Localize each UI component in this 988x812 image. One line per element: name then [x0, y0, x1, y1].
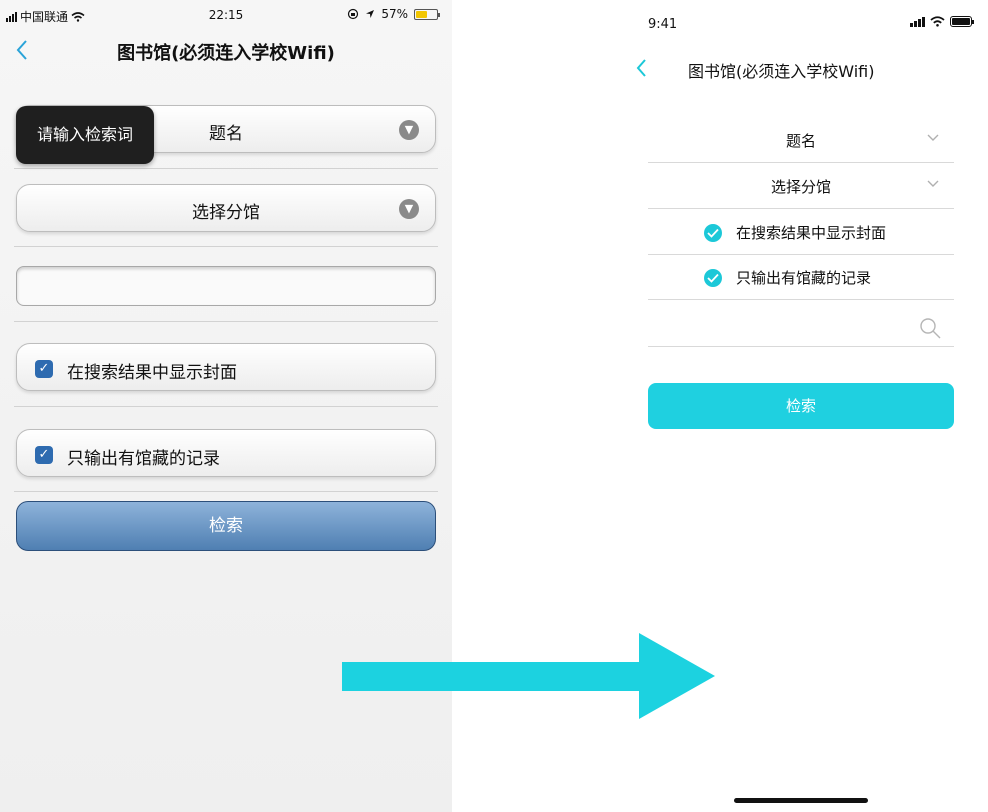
cover-checkbox[interactable]: ✓ — [35, 360, 53, 378]
arrow-right-icon — [342, 662, 640, 691]
cover-check-icon[interactable] — [704, 224, 722, 242]
status-right: 57% — [347, 7, 440, 21]
page-title: 图书馆(必须连入学校Wifi) — [117, 43, 335, 64]
branch-select-value: 选择分馆 — [770, 178, 831, 196]
branch-select-value: 选择分馆 — [192, 203, 260, 223]
home-indicator — [734, 798, 868, 803]
cover-option-row[interactable]: 在搜索结果中显示封面 — [648, 210, 954, 255]
divider — [14, 491, 438, 492]
battery-percent: 57% — [381, 7, 408, 21]
holdings-check-icon[interactable] — [704, 269, 722, 287]
back-chevron-icon[interactable] — [634, 56, 650, 80]
cover-option-label: 在搜索结果中显示封面 — [736, 224, 887, 242]
input-hint-tooltip: 请输入检索词 — [16, 106, 154, 164]
lock-rotation-icon — [348, 8, 359, 20]
chevron-down-icon — [927, 180, 939, 187]
battery-icon — [414, 8, 440, 20]
holdings-option-row[interactable]: ✓ 只输出有馆藏的记录 — [16, 429, 436, 477]
search-button[interactable]: 检索 — [16, 501, 436, 551]
search-input[interactable] — [648, 302, 954, 347]
holdings-option-label: 只输出有馆藏的记录 — [736, 269, 872, 287]
holdings-option-row[interactable]: 只输出有馆藏的记录 — [648, 255, 954, 300]
divider — [14, 246, 438, 247]
holdings-checkbox[interactable]: ✓ — [35, 446, 53, 464]
field-select[interactable]: 题名 — [648, 118, 954, 163]
page-title: 图书馆(必须连入学校Wifi) — [688, 62, 875, 81]
status-time: 9:41 — [648, 17, 678, 32]
battery-icon — [950, 16, 974, 27]
cover-option-label: 在搜索结果中显示封面 — [67, 363, 237, 383]
chevron-down-icon: ▼ — [399, 199, 419, 219]
search-icon[interactable] — [918, 316, 942, 340]
search-button[interactable]: 检索 — [648, 383, 954, 429]
signal-icon — [910, 16, 925, 27]
status-bar: 中国联通 22:15 57% — [0, 0, 452, 30]
wifi-icon — [930, 16, 945, 27]
status-icons — [910, 16, 974, 27]
location-icon — [366, 10, 375, 18]
divider — [14, 168, 438, 169]
divider — [14, 406, 438, 407]
chevron-down-icon — [927, 134, 939, 141]
branch-select[interactable]: 选择分馆 ▼ — [16, 184, 436, 232]
field-select-value: 题名 — [785, 132, 816, 150]
nav-bar: 图书馆(必须连入学校Wifi) — [0, 30, 452, 74]
cover-option-row[interactable]: ✓ 在搜索结果中显示封面 — [16, 343, 436, 391]
chevron-down-icon: ▼ — [399, 120, 419, 140]
search-input[interactable] — [16, 266, 436, 306]
battery-level — [416, 10, 428, 18]
branch-select[interactable]: 选择分馆 — [648, 164, 954, 209]
holdings-option-label: 只输出有馆藏的记录 — [67, 449, 220, 469]
new-library-search-screen: 9:41 图书馆(必须连入学校Wifi) 题名 选择分馆 在搜索结果中显示封面 … — [632, 0, 974, 812]
divider — [14, 321, 438, 322]
